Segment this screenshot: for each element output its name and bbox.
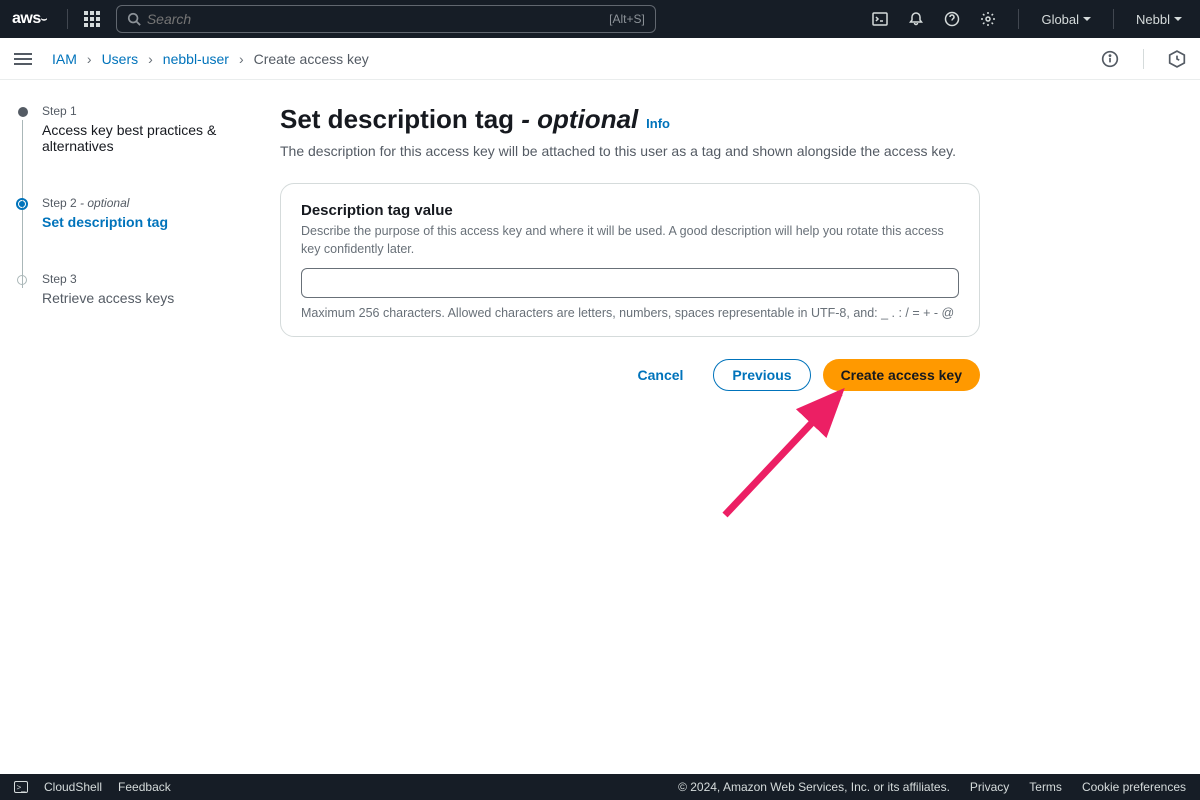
wizard-actions: Cancel Previous Create access key xyxy=(280,359,980,391)
step-2[interactable]: Step 2 - optional Set description tag xyxy=(14,196,280,266)
step-1-label: Step 1 xyxy=(42,104,280,118)
cloudshell-footer-icon[interactable]: >_ xyxy=(14,781,28,793)
region-selector[interactable]: Global xyxy=(1033,12,1099,27)
chevron-right-icon: › xyxy=(87,51,92,67)
field-hint: Maximum 256 characters. Allowed characte… xyxy=(301,306,959,320)
privacy-link[interactable]: Privacy xyxy=(970,780,1009,794)
divider xyxy=(67,9,68,29)
page-subtitle: The description for this access key will… xyxy=(280,143,980,159)
breadcrumb-current: Create access key xyxy=(254,51,369,67)
wizard-content: Set description tag - optional Info The … xyxy=(280,104,980,391)
annotation-arrow-icon xyxy=(715,375,865,525)
clock-reset-icon[interactable] xyxy=(1168,50,1186,68)
wizard-steps: Step 1 Access key best practices & alter… xyxy=(0,104,280,391)
breadcrumb-iam[interactable]: IAM xyxy=(52,51,77,67)
settings-icon[interactable] xyxy=(972,5,1004,33)
aws-logo[interactable]: aws⌣ xyxy=(12,10,47,28)
help-icon[interactable] xyxy=(936,5,968,33)
aws-smile-icon: ⌣ xyxy=(41,14,47,25)
breadcrumb-bar: IAM › Users › nebbl-user › Create access… xyxy=(0,38,1200,80)
copyright-text: © 2024, Amazon Web Services, Inc. or its… xyxy=(678,780,950,794)
search-icon xyxy=(127,12,141,26)
breadcrumb: IAM › Users › nebbl-user › Create access… xyxy=(52,51,369,67)
step-1-title: Access key best practices & alternatives xyxy=(42,122,280,154)
notifications-icon[interactable] xyxy=(900,5,932,33)
terms-link[interactable]: Terms xyxy=(1029,780,1062,794)
global-search[interactable]: [Alt+S] xyxy=(116,5,656,33)
caret-down-icon xyxy=(1174,17,1182,21)
page-title: Set description tag - optional xyxy=(280,104,638,134)
step-2-label: Step 2 - optional xyxy=(42,196,280,210)
services-grid-icon[interactable] xyxy=(84,11,100,27)
top-navbar: aws⌣ [Alt+S] Global Nebbl xyxy=(0,0,1200,38)
chevron-right-icon: › xyxy=(148,51,153,67)
footer: >_ CloudShell Feedback © 2024, Amazon We… xyxy=(0,774,1200,800)
step-dot-done-icon xyxy=(18,107,28,117)
step-3-label: Step 3 xyxy=(42,272,280,286)
step-dot-pending-icon xyxy=(17,275,27,285)
cancel-button[interactable]: Cancel xyxy=(620,359,702,391)
info-link[interactable]: Info xyxy=(646,116,670,131)
search-input[interactable] xyxy=(147,11,609,27)
step-3-title: Retrieve access keys xyxy=(42,290,280,306)
step-2-title: Set description tag xyxy=(42,214,280,230)
description-tag-panel: Description tag value Describe the purpo… xyxy=(280,183,980,337)
divider xyxy=(1143,49,1144,69)
divider xyxy=(1018,9,1019,29)
main-content: Step 1 Access key best practices & alter… xyxy=(0,80,1200,391)
info-circle-icon[interactable] xyxy=(1101,50,1119,68)
field-label: Description tag value xyxy=(301,202,959,219)
breadcrumb-user[interactable]: nebbl-user xyxy=(163,51,229,67)
cloudshell-link[interactable]: CloudShell xyxy=(44,780,102,794)
search-shortcut-hint: [Alt+S] xyxy=(609,12,645,26)
previous-button[interactable]: Previous xyxy=(713,359,810,391)
breadcrumb-users[interactable]: Users xyxy=(102,51,139,67)
account-menu[interactable]: Nebbl xyxy=(1128,12,1190,27)
create-access-key-button[interactable]: Create access key xyxy=(823,359,980,391)
step-1[interactable]: Step 1 Access key best practices & alter… xyxy=(14,104,280,190)
caret-down-icon xyxy=(1083,17,1091,21)
feedback-link[interactable]: Feedback xyxy=(118,780,171,794)
page-heading-row: Set description tag - optional Info xyxy=(280,104,980,135)
field-help: Describe the purpose of this access key … xyxy=(301,223,959,258)
step-dot-active-icon xyxy=(16,198,28,210)
divider xyxy=(1113,9,1114,29)
step-3: Step 3 Retrieve access keys xyxy=(14,272,280,306)
cookie-preferences-link[interactable]: Cookie preferences xyxy=(1082,780,1186,794)
cloudshell-icon[interactable] xyxy=(864,5,896,33)
chevron-right-icon: › xyxy=(239,51,244,67)
menu-toggle-icon[interactable] xyxy=(14,50,32,68)
description-tag-input[interactable] xyxy=(301,268,959,298)
